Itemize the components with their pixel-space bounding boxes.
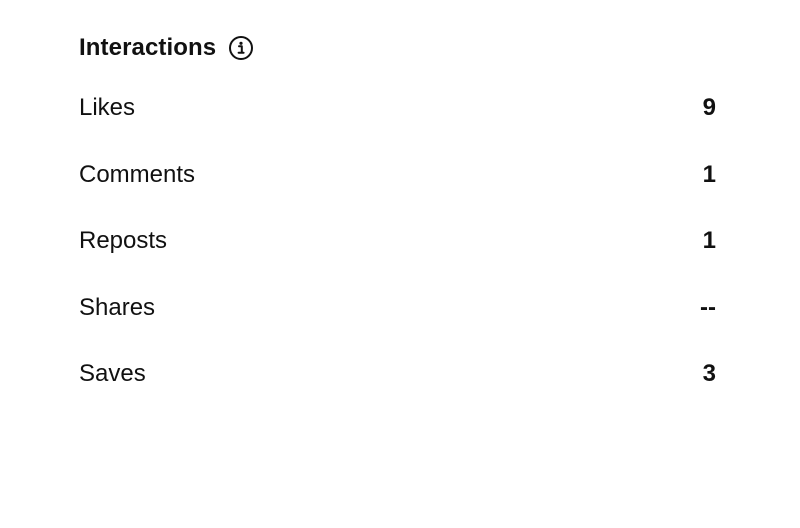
reposts-label: Reposts bbox=[79, 227, 168, 255]
interaction-row-shares: Shares -- bbox=[79, 275, 716, 342]
comments-label: Comments bbox=[79, 160, 196, 188]
saves-label: Saves bbox=[79, 360, 146, 388]
interaction-row-reposts: Reposts 1 bbox=[79, 208, 716, 275]
interaction-row-likes: Likes 9 bbox=[79, 75, 716, 142]
comments-value: 1 bbox=[702, 160, 716, 188]
likes-value: 9 bbox=[702, 94, 716, 122]
reposts-value: 1 bbox=[702, 227, 716, 255]
interaction-row-comments: Comments 1 bbox=[79, 142, 716, 209]
info-icon[interactable] bbox=[228, 35, 254, 61]
interaction-row-saves: Saves 3 bbox=[79, 341, 716, 408]
interactions-list: Likes 9 Comments 1 Reposts 1 Shares -- S… bbox=[79, 75, 716, 408]
interactions-panel: Interactions Likes 9 Comments 1 Reposts … bbox=[79, 30, 716, 408]
saves-value: 3 bbox=[702, 360, 716, 388]
shares-label: Shares bbox=[79, 293, 156, 321]
likes-label: Likes bbox=[79, 94, 136, 122]
shares-value: -- bbox=[700, 293, 716, 321]
interactions-title: Interactions bbox=[79, 34, 217, 61]
interactions-header: Interactions bbox=[79, 30, 716, 66]
